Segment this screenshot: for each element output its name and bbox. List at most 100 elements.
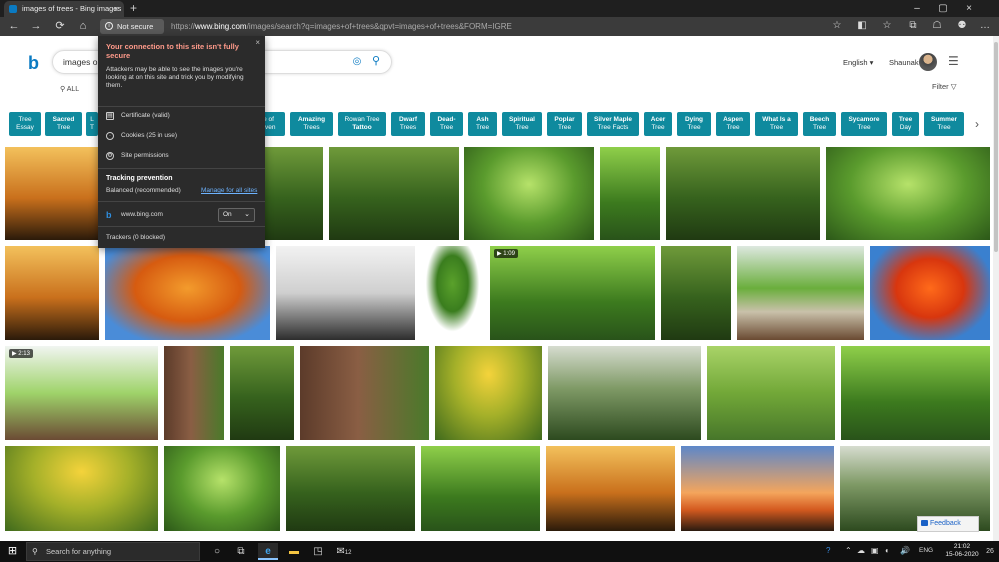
related-chip[interactable]: Sycamore Tree: [841, 112, 887, 136]
language-selector[interactable]: English ▾: [843, 58, 873, 67]
related-chip[interactable]: Silver Maple Tree Facts: [587, 112, 639, 136]
close-window-button[interactable]: ×: [957, 0, 981, 17]
edge-browser-icon[interactable]: e: [258, 543, 278, 560]
popup-close-icon[interactable]: ×: [255, 38, 260, 47]
back-button[interactable]: ←: [4, 17, 24, 36]
scrollbar-thumb[interactable]: [994, 42, 998, 252]
image-result[interactable]: [707, 346, 835, 440]
image-result[interactable]: [286, 446, 415, 531]
refresh-button[interactable]: ⟳: [50, 17, 70, 36]
task-view-icon[interactable]: ⧉: [231, 543, 251, 560]
onedrive-icon[interactable]: ☁: [857, 545, 865, 557]
taskbar-search-box[interactable]: ⚲ Search for anything: [26, 542, 200, 561]
favorites-icon[interactable]: ☆: [880, 19, 894, 33]
image-result[interactable]: [164, 446, 280, 531]
related-chip[interactable]: Dying Tree: [677, 112, 711, 136]
image-result[interactable]: [230, 346, 294, 440]
image-result[interactable]: [600, 147, 660, 240]
image-result[interactable]: [5, 246, 99, 340]
help-icon[interactable]: ?: [826, 545, 830, 557]
file-explorer-icon[interactable]: ▬: [284, 543, 304, 560]
related-chip[interactable]: Tree Essay: [9, 112, 41, 136]
mail-icon[interactable]: ✉12: [334, 543, 354, 560]
cortana-icon[interactable]: ○: [207, 543, 227, 560]
related-chip[interactable]: Beech Tree: [803, 112, 836, 136]
network-icon[interactable]: ▣: [871, 545, 879, 557]
store-icon[interactable]: ◳: [308, 543, 328, 560]
related-chip[interactable]: Tree Day: [892, 112, 919, 136]
image-result[interactable]: [666, 147, 820, 240]
tracking-toggle-select[interactable]: On ⌄: [218, 208, 255, 222]
image-result[interactable]: [546, 446, 675, 531]
site-info-button[interactable]: i Not secure: [100, 19, 164, 34]
image-result[interactable]: [661, 246, 731, 340]
image-result[interactable]: [421, 246, 484, 340]
certificate-row[interactable]: ▤ Certificate (valid): [106, 111, 170, 121]
image-result[interactable]: [435, 346, 542, 440]
hamburger-menu-icon[interactable]: ☰: [948, 55, 960, 67]
bing-logo[interactable]: b: [28, 54, 42, 72]
profile-icon[interactable]: ⚉: [955, 19, 969, 33]
search-input[interactable]: images o: [63, 51, 98, 73]
maximize-button[interactable]: ▢: [931, 0, 955, 17]
related-chip[interactable]: Ash Tree: [468, 112, 497, 136]
cookies-row[interactable]: · Cookies (25 in use): [106, 131, 177, 141]
taskbar-clock[interactable]: 21:02 15-06-2020: [944, 543, 980, 559]
avatar[interactable]: [919, 53, 937, 71]
volume-icon[interactable]: 🔊: [900, 545, 910, 557]
image-result[interactable]: [105, 246, 270, 340]
related-chip[interactable]: Dwarf Trees: [391, 112, 425, 136]
related-chip[interactable]: LT: [86, 112, 98, 136]
minimize-button[interactable]: –: [905, 0, 929, 17]
related-chip[interactable]: Poplar Tree: [547, 112, 582, 136]
image-result[interactable]: [264, 147, 323, 240]
forward-button[interactable]: →: [26, 17, 46, 36]
windows-start-icon[interactable]: ⊞: [6, 545, 19, 558]
battery-icon[interactable]: ◐: [885, 545, 890, 557]
image-result[interactable]: [5, 147, 98, 240]
home-button[interactable]: ⌂: [73, 17, 93, 36]
related-chip[interactable]: Rowan Tree Tattoo: [338, 112, 386, 136]
tab-close-icon[interactable]: ×: [114, 1, 119, 17]
address-bar[interactable]: https://www.bing.com/images/search?q=ima…: [171, 19, 811, 34]
extension-icon[interactable]: ☖: [930, 19, 944, 33]
video-result[interactable]: ▶ 1:09: [490, 246, 655, 340]
search-icon[interactable]: ⚲: [370, 55, 382, 67]
image-result[interactable]: [737, 246, 864, 340]
image-result[interactable]: [870, 246, 990, 340]
related-chip[interactable]: Summer Tree: [924, 112, 964, 136]
notification-center-icon[interactable]: 26: [984, 545, 996, 558]
related-chip[interactable]: Dead- Tree: [430, 112, 463, 136]
image-result[interactable]: [164, 346, 224, 440]
image-result[interactable]: [329, 147, 459, 240]
filter-button[interactable]: Filter ▽: [932, 82, 957, 91]
scope-all-tab[interactable]: ⚲ ALL: [60, 85, 79, 93]
chips-next-arrow-icon[interactable]: ›: [970, 114, 984, 134]
image-result[interactable]: [421, 446, 540, 531]
more-menu-icon[interactable]: …: [978, 19, 992, 33]
collections-icon[interactable]: ⧉: [906, 19, 920, 33]
trackers-count[interactable]: Trackers (0 blocked): [106, 234, 165, 241]
page-scrollbar[interactable]: [993, 36, 999, 541]
image-result[interactable]: [276, 246, 415, 340]
favorite-star-icon[interactable]: ☆: [830, 19, 844, 33]
related-chip[interactable]: What Is a Tree: [755, 112, 798, 136]
video-result[interactable]: ▶ 2:13: [5, 346, 158, 440]
image-result[interactable]: [300, 346, 429, 440]
related-chip[interactable]: Spiritual Tree: [502, 112, 542, 136]
image-result[interactable]: [841, 346, 990, 440]
show-hidden-icons-icon[interactable]: ⌃: [845, 545, 852, 557]
related-chip[interactable]: Sacred Tree: [45, 112, 82, 136]
image-result[interactable]: [548, 346, 701, 440]
related-chip[interactable]: Amazing Trees: [290, 112, 333, 136]
new-tab-button[interactable]: +: [130, 0, 137, 17]
visual-search-icon[interactable]: ◎: [351, 56, 363, 68]
reading-view-icon[interactable]: ◧: [855, 19, 869, 33]
input-language[interactable]: ENG: [919, 545, 933, 557]
site-permissions-row[interactable]: ⚙ Site permissions: [106, 151, 169, 161]
image-result[interactable]: [681, 446, 834, 531]
related-chip[interactable]: Aspen Tree: [716, 112, 750, 136]
image-result[interactable]: [5, 446, 158, 531]
related-chip[interactable]: Acer Tree: [644, 112, 672, 136]
manage-all-sites-link[interactable]: Manage for all sites: [201, 187, 257, 194]
